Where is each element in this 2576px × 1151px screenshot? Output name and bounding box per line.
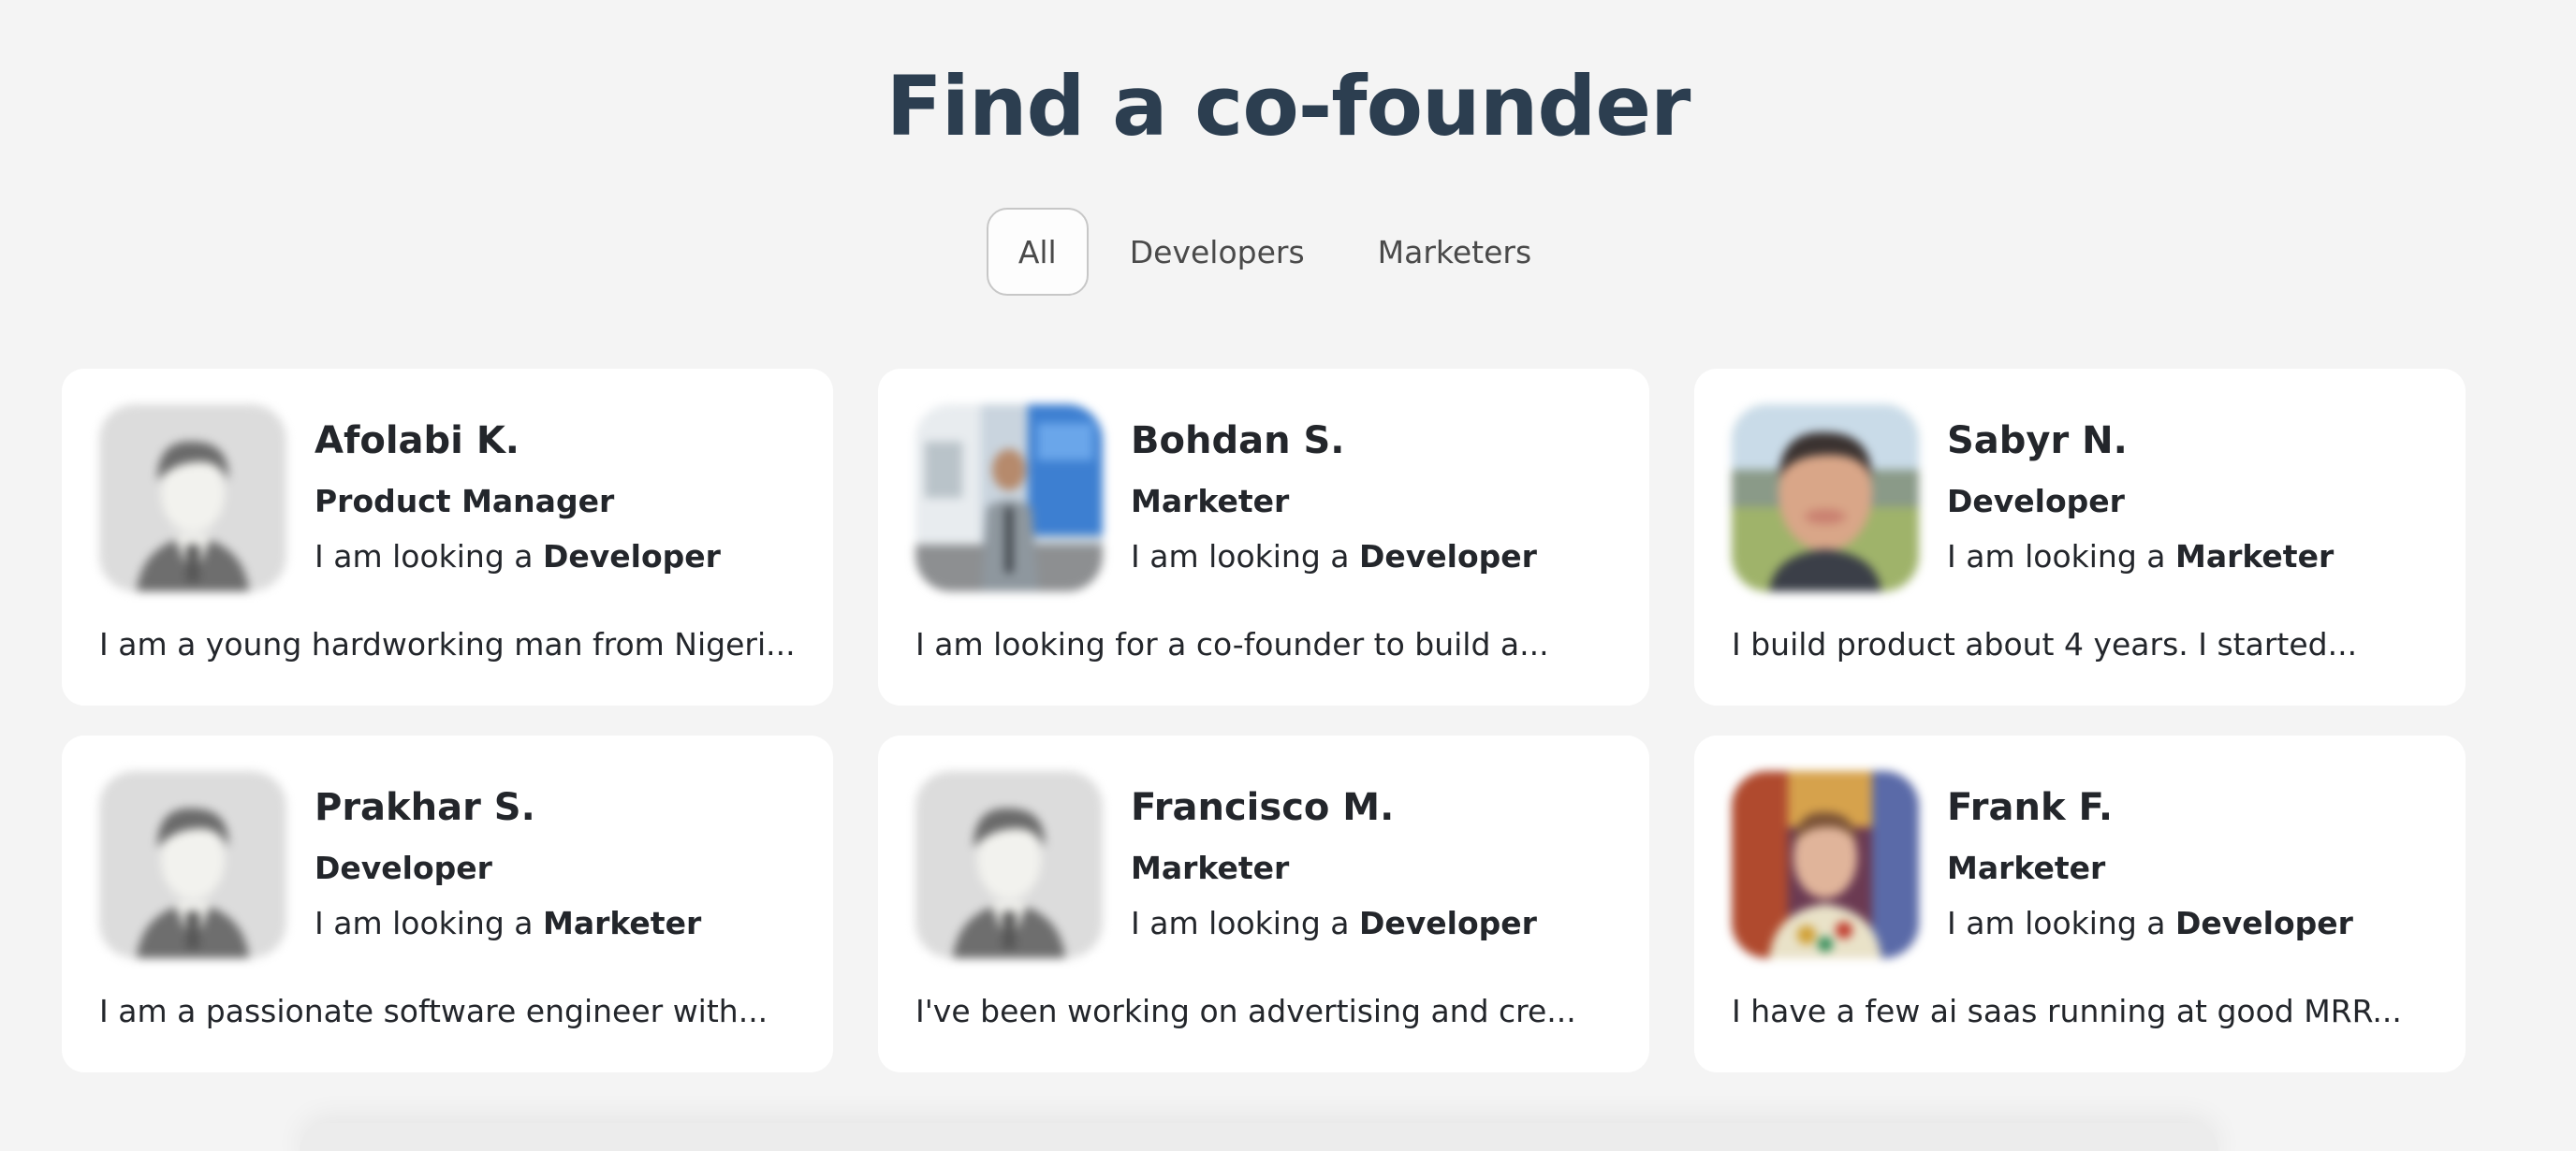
looking-for-role: Marketer [2174,538,2334,575]
profile-card[interactable]: Bohdan S. Marketer I am looking a Develo… [878,369,1649,706]
profile-bio: I am a young hardworking man from Nigeri… [99,626,796,663]
profile-photo [1732,771,1919,958]
tab-developers[interactable]: Developers [1098,208,1337,296]
placeholder-person-icon [99,404,286,591]
profile-card[interactable]: Prakhar S. Developer I am looking a Mark… [62,736,833,1072]
looking-for: I am looking a Developer [1947,905,2353,941]
profile-name: Bohdan S. [1131,419,1345,462]
profile-grid: Afolabi K. Product Manager I am looking … [62,369,2466,1072]
profile-name: Afolabi K. [315,419,520,462]
looking-prefix: I am looking a [1131,538,1350,575]
profile-role: Product Manager [315,483,615,519]
profile-role: Developer [315,850,492,886]
looking-for-role: Developer [1358,538,1537,575]
profile-card[interactable]: Afolabi K. Product Manager I am looking … [62,369,833,706]
profile-role: Marketer [1131,483,1290,519]
profile-card[interactable]: Frank F. Marketer I am looking a Develop… [1694,736,2466,1072]
looking-prefix: I am looking a [1947,538,2166,575]
bottom-panel-edge [300,1123,2218,1151]
profile-name: Sabyr N. [1947,419,2128,462]
filter-tabs: All Developers Marketers [0,208,2576,296]
profile-bio: I build product about 4 years. I started… [1732,626,2358,663]
profile-role: Marketer [1947,850,2106,886]
looking-for: I am looking a Developer [315,538,721,575]
looking-prefix: I am looking a [1131,905,1350,941]
looking-for: I am looking a Marketer [1947,538,2334,575]
profile-name: Frank F. [1947,786,2114,829]
page-title: Find a co-founder [886,58,1691,154]
looking-prefix: I am looking a [315,538,534,575]
looking-for: I am looking a Developer [1131,538,1537,575]
profile-role: Marketer [1131,850,1290,886]
profile-bio: I have a few ai saas running at good MRR… [1732,993,2402,1029]
profile-bio: I am a passionate software engineer with… [99,993,768,1029]
profile-name: Francisco M. [1131,786,1395,829]
looking-prefix: I am looking a [315,905,534,941]
placeholder-person-icon [99,771,286,958]
looking-for: I am looking a Developer [1131,905,1537,941]
profile-name: Prakhar S. [315,786,535,829]
looking-for-role: Developer [542,538,721,575]
page: Find a co-founder All Developers Markete… [0,0,2576,1151]
profile-card[interactable]: Francisco M. Marketer I am looking a Dev… [878,736,1649,1072]
profile-card[interactable]: Sabyr N. Developer I am looking a Market… [1694,369,2466,706]
profile-bio: I've been working on advertising and cre… [915,993,1576,1029]
looking-for-role: Developer [1358,905,1537,941]
looking-prefix: I am looking a [1947,905,2166,941]
tab-all[interactable]: All [986,208,1089,296]
tab-marketers[interactable]: Marketers [1346,208,1564,296]
looking-for-role: Marketer [542,905,702,941]
placeholder-person-icon [915,771,1103,958]
profile-photo [915,404,1103,591]
looking-for: I am looking a Marketer [315,905,701,941]
profile-photo [1732,404,1919,591]
profile-role: Developer [1947,483,2125,519]
looking-for-role: Developer [2174,905,2353,941]
profile-bio: I am looking for a co-founder to build a… [915,626,1549,663]
